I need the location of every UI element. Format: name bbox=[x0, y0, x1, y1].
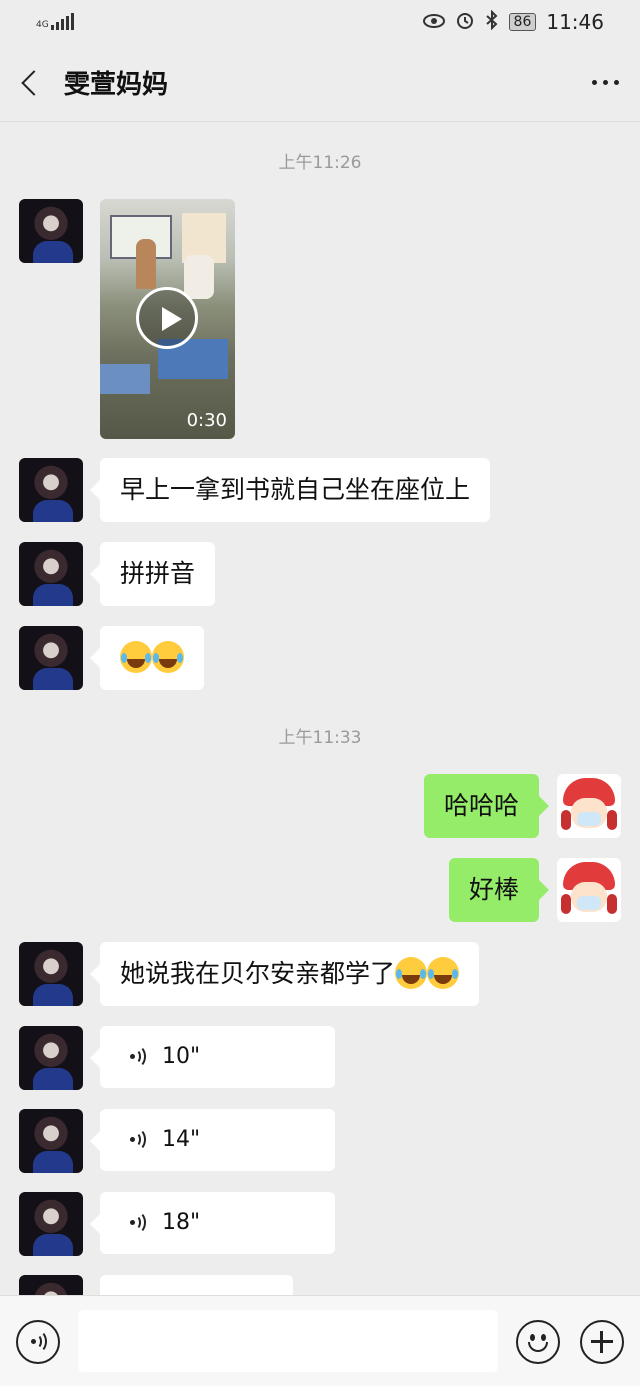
message-text: 拼拼音 bbox=[120, 559, 196, 588]
message-bubble[interactable] bbox=[100, 1275, 293, 1295]
timestamp: 上午11:33 bbox=[278, 728, 362, 748]
message-bubble[interactable]: 早上一拿到书就自己坐在座位上 bbox=[89, 458, 491, 522]
smile-icon bbox=[530, 1334, 535, 1341]
bluetooth-icon bbox=[485, 9, 499, 35]
alarm-icon bbox=[455, 10, 475, 35]
message-text: 她说我在贝尔安亲都学了 bbox=[120, 959, 396, 988]
message-bubble-outgoing[interactable]: 哈哈哈 bbox=[423, 774, 550, 838]
more-button[interactable] bbox=[570, 44, 640, 122]
laughing-tears-emoji-icon bbox=[152, 641, 184, 673]
contact-avatar[interactable] bbox=[19, 1026, 83, 1090]
contact-avatar[interactable] bbox=[19, 626, 83, 690]
message-text: 哈哈哈 bbox=[443, 791, 519, 820]
message-bubble-outgoing[interactable]: 好棒 bbox=[448, 858, 550, 922]
message-bubble[interactable]: 拼拼音 bbox=[89, 542, 216, 606]
contact-avatar[interactable] bbox=[19, 942, 83, 1006]
message-bubble[interactable] bbox=[90, 626, 204, 690]
voice-duration: 10" bbox=[162, 1044, 201, 1069]
back-button[interactable] bbox=[0, 44, 60, 122]
chat-header: 雯萱妈妈 bbox=[0, 44, 640, 122]
more-icon bbox=[591, 80, 597, 85]
eye-icon bbox=[422, 10, 445, 34]
more-functions-button[interactable] bbox=[580, 1320, 624, 1364]
voice-wave-icon bbox=[130, 1128, 148, 1151]
my-avatar[interactable] bbox=[557, 858, 621, 922]
signal-bars-icon bbox=[50, 13, 74, 30]
chat-history[interactable]: 上午11:26 0:30 早上一拿到书就自己坐在座位上 拼拼音 上午11:33 … bbox=[0, 123, 640, 1295]
video-message[interactable]: 0:30 bbox=[100, 199, 235, 439]
laughing-tears-emoji-icon bbox=[427, 957, 460, 989]
battery-indicator: 86 bbox=[508, 13, 537, 31]
network-type: 4G bbox=[36, 20, 49, 30]
message-text: 好棒 bbox=[468, 875, 519, 904]
voice-duration: 14" bbox=[162, 1127, 201, 1152]
chevron-left-icon bbox=[21, 69, 47, 96]
chat-title: 雯萱妈妈 bbox=[64, 70, 169, 100]
message-input[interactable] bbox=[78, 1310, 498, 1372]
status-time: 11:46 bbox=[546, 10, 604, 34]
voice-duration: 18" bbox=[162, 1210, 201, 1235]
contact-avatar[interactable] bbox=[19, 1192, 83, 1256]
contact-avatar[interactable] bbox=[19, 542, 83, 606]
laughing-tears-emoji-icon bbox=[395, 957, 428, 989]
voice-wave-icon bbox=[31, 1330, 49, 1353]
video-duration: 0:30 bbox=[186, 410, 227, 431]
emoji-button[interactable] bbox=[516, 1320, 560, 1364]
status-bar: 4G 86 11:46 bbox=[0, 0, 640, 44]
voice-wave-icon bbox=[130, 1045, 148, 1068]
signal-indicator: 4G bbox=[36, 13, 74, 30]
message-text: 早上一拿到书就自己坐在座位上 bbox=[120, 475, 471, 504]
my-avatar[interactable] bbox=[557, 774, 621, 838]
voice-wave-icon bbox=[130, 1211, 148, 1234]
contact-avatar[interactable] bbox=[19, 1109, 83, 1173]
laughing-tears-emoji-icon bbox=[120, 641, 152, 673]
contact-avatar[interactable] bbox=[19, 1275, 83, 1295]
voice-message[interactable]: 18" bbox=[90, 1192, 335, 1254]
message-bubble[interactable]: 她说我在贝尔安亲都学了 bbox=[89, 942, 480, 1006]
contact-avatar[interactable] bbox=[19, 199, 83, 263]
voice-input-button[interactable] bbox=[16, 1320, 60, 1364]
voice-message[interactable]: 14" bbox=[90, 1109, 335, 1171]
play-icon[interactable] bbox=[136, 287, 198, 349]
contact-avatar[interactable] bbox=[19, 458, 83, 522]
voice-message[interactable]: 10" bbox=[90, 1026, 335, 1088]
input-bar bbox=[0, 1295, 640, 1386]
timestamp: 上午11:26 bbox=[278, 153, 362, 173]
